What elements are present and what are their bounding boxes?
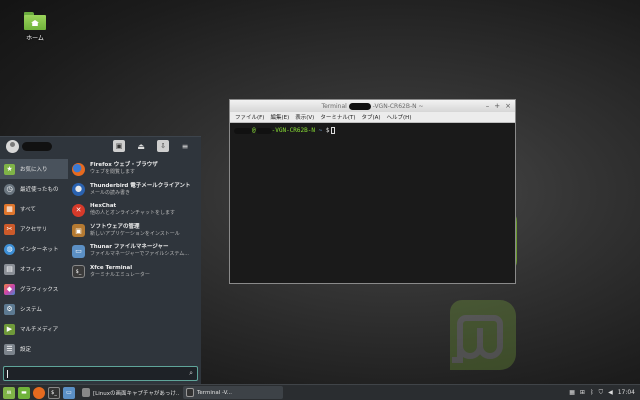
menu-help[interactable]: ヘルプ(H) [387,113,412,121]
mint-menu-icon[interactable]: ʍ [3,386,15,399]
category-accessories[interactable]: ✂ アクセサリ [0,219,68,239]
office-icon: ▤ [4,263,15,275]
terminal-window[interactable]: Terminal -VGN-CR62B-N ~ – + × ファイル(F) 編集… [229,99,516,284]
terminal-icon [186,388,194,397]
palette-icon: ◆ [4,283,15,295]
terminal-title: Terminal -VGN-CR62B-N ~ [321,102,424,110]
taskbar: ʍ ▬ $_ ▭ [Linuxの画面キャプチャがあっけ... Terminal … [0,384,640,400]
menu-edit[interactable]: 編集(E) [270,113,289,121]
redacted-host [255,127,272,134]
menu-file[interactable]: ファイル(F) [235,113,264,121]
document-icon [82,388,90,397]
globe-icon: ◍ [4,243,15,255]
text-caret [7,370,8,378]
thunderbird-icon [72,183,85,197]
desktop-home-label: ホーム [26,35,44,42]
home-folder-icon [24,12,46,30]
terminal-output[interactable]: @ -VGN-CR62B-N ~ $ [230,123,515,138]
system-icon: ⚙ [4,303,15,315]
category-office[interactable]: ▤ オフィス [0,259,68,279]
terminal-titlebar[interactable]: Terminal -VGN-CR62B-N ~ – + × [230,100,515,112]
files-launcher-icon[interactable]: ▭ [63,386,75,399]
terminal-icon: $_ [72,265,85,279]
mint-logo-reflection-icon [450,300,516,370]
star-icon: ★ [4,163,15,175]
folder-icon: ▭ [72,244,85,258]
menu-terminal[interactable]: ターミナル(T) [320,113,355,121]
keyboard-icon[interactable]: ▦ [569,389,575,396]
system-tray: ▦ ⊞ ᛒ ⛉ ◀ 17:04 [569,389,640,397]
hexchat-icon: ✕ [72,203,85,217]
menu-icon[interactable]: ≡ [179,140,191,152]
terminal-cursor [331,127,336,134]
settings-icon: ☰ [4,343,15,355]
app-firefox[interactable]: Firefox ウェブ・ブラウザ ウェブを閲覧します [70,159,200,180]
firefox-launcher-icon[interactable] [33,386,45,399]
show-desktop-icon[interactable]: ▬ [18,386,30,399]
volume-icon[interactable]: ◀ [608,389,613,396]
category-settings[interactable]: ☰ 設定 [0,339,68,359]
category-multimedia[interactable]: ▶ マルチメディア [0,319,68,339]
redacted-user [234,127,252,134]
package-icon: ▣ [72,224,85,238]
clock[interactable]: 17:04 [618,389,635,396]
category-list: ★ お気に入り ◷ 最近使ったもの ▦ すべて ✂ アクセサリ ◍ インターネッ… [0,159,68,359]
app-hexchat[interactable]: ✕ HexChat 他の人とオンラインチャットをします [70,200,200,221]
redacted-username [22,142,52,151]
category-graphics[interactable]: ◆ グラフィックス [0,279,68,299]
display-settings-icon[interactable]: ▣ [113,140,125,152]
avatar[interactable] [6,140,19,153]
menu-tabs[interactable]: タブ(A) [361,113,380,121]
category-favorites[interactable]: ★ お気に入り [0,159,68,179]
maximize-icon[interactable]: + [494,102,500,110]
terminal-menubar: ファイル(F) 編集(E) 表示(V) ターミナル(T) タブ(A) ヘルプ(H… [230,112,515,123]
lock-icon[interactable]: ⏏ [135,140,147,152]
logout-icon[interactable]: ⇩ [157,140,169,152]
app-list: Firefox ウェブ・ブラウザ ウェブを閲覧します Thunderbird 電… [70,159,200,282]
tools-icon: ✂ [4,223,15,235]
prompt-symbol: $ [325,127,330,134]
network-icon[interactable]: ⊞ [580,389,585,396]
terminal-launcher-icon[interactable]: $_ [48,386,60,399]
firefox-icon [72,162,85,176]
bluetooth-icon[interactable]: ᛒ [590,389,594,396]
taskbar-task-terminal[interactable]: Terminal -V... [183,386,283,399]
taskbar-task-document[interactable]: [Linuxの画面キャプチャがあっけ... [79,386,179,399]
clock-icon: ◷ [4,183,15,195]
search-icon[interactable]: ⌕ [189,369,193,378]
desktop-home-icon[interactable]: ホーム [18,12,52,42]
menu-view[interactable]: 表示(V) [295,113,314,121]
category-system[interactable]: ⚙ システム [0,299,68,319]
grid-icon: ▦ [4,203,15,215]
minimize-icon[interactable]: – [486,102,490,110]
app-xfce-terminal[interactable]: $_ Xfce Terminal ターミナルエミュレーター [70,262,200,283]
redacted-user [348,102,371,110]
close-icon[interactable]: × [505,102,511,110]
prompt-path: ~ [318,127,323,134]
category-internet[interactable]: ◍ インターネット [0,239,68,259]
film-icon: ▶ [4,323,15,335]
category-recent[interactable]: ◷ 最近使ったもの [0,179,68,199]
search-input[interactable]: ⌕ [3,366,198,381]
shield-icon[interactable]: ⛉ [599,389,604,397]
category-all[interactable]: ▦ すべて [0,199,68,219]
app-software-manager[interactable]: ▣ ソフトウェアの管理 新しいアプリケーションをインストール [70,221,200,242]
app-thunderbird[interactable]: Thunderbird 電子メールクライアント メールの読み書き [70,180,200,201]
app-thunar[interactable]: ▭ Thunar ファイルマネージャー ファイルマネージャーでファイルシステム.… [70,241,200,262]
prompt-host: -VGN-CR62B-N [271,127,315,134]
application-menu: ▣ ⏏ ⇩ ≡ ★ お気に入り ◷ 最近使ったもの ▦ すべて ✂ アクセサリ … [0,136,201,384]
